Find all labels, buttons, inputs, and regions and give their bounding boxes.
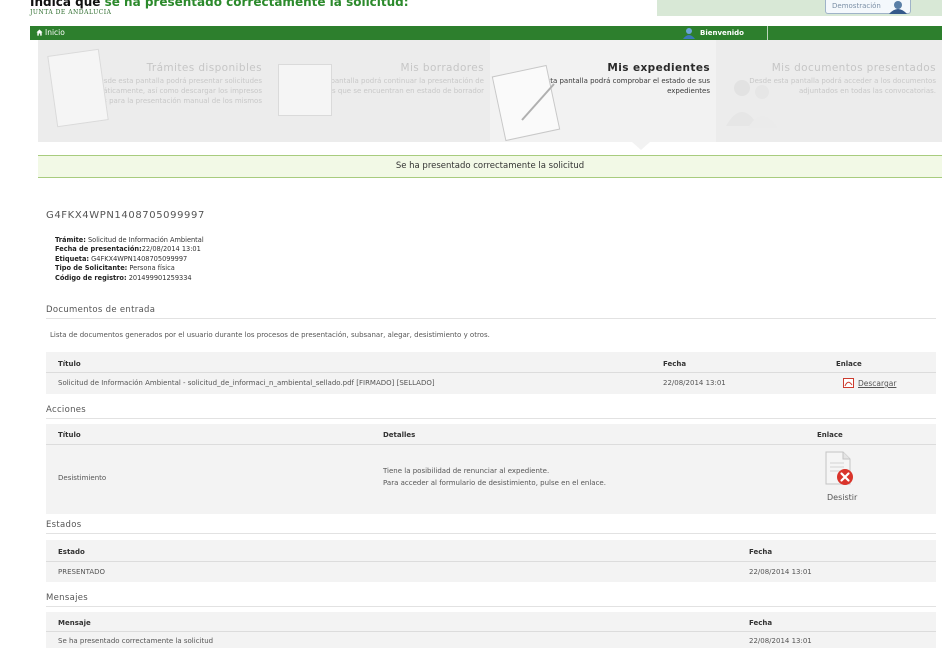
section-divider <box>46 318 936 319</box>
table-cell-titulo: Solicitud de Información Ambiental - sol… <box>58 379 435 387</box>
active-tile-pointer <box>632 142 650 150</box>
col-header-titulo: Título <box>58 360 81 368</box>
table-cell-titulo: Desistimiento <box>58 474 107 482</box>
col-header-mensaje: Mensaje <box>58 619 91 627</box>
table-cell-detalle: Tiene la posibilidad de renunciar al exp… <box>383 467 550 475</box>
col-header-fecha: Fecha <box>749 619 773 627</box>
section-divider <box>46 606 936 607</box>
info-fecha: Fecha de presentación:22/08/2014 13:01 <box>55 245 204 254</box>
welcome-label: Bienvenido <box>700 29 744 37</box>
table-cell-estado: PRESENTADO <box>58 568 106 576</box>
info-value: 201499901259334 <box>126 273 192 282</box>
col-header-enlace: Enlace <box>817 431 843 439</box>
info-label: Fecha de presentación: <box>55 245 142 254</box>
col-header-titulo: Título <box>58 431 81 439</box>
table-cell-fecha: 22/08/2014 13:01 <box>663 379 726 387</box>
home-label: Inicio <box>45 28 65 37</box>
table-cell-fecha: 22/08/2014 13:01 <box>749 568 812 576</box>
draft-illustration-icon <box>278 64 332 116</box>
tile-expedientes[interactable]: Mis expedientes Desde esta pantalla podr… <box>490 40 716 142</box>
desistir-link[interactable]: Desistir <box>827 493 857 502</box>
section-tiles: Trámites disponibles Desde esta pantalla… <box>38 40 942 142</box>
org-logo-text: JUNTA DE ANDALUCIA <box>30 9 112 16</box>
info-label: Etiqueta: <box>55 254 90 263</box>
info-tipo: Tipo de Solicitante: Persona física <box>55 264 204 273</box>
table-row-divider <box>46 561 936 562</box>
document-illustration-icon <box>47 48 109 128</box>
instruction-caption: Indica que se ha presentado correctament… <box>30 0 409 9</box>
home-icon <box>36 29 43 36</box>
documentos-table <box>46 352 936 394</box>
tile-tramites[interactable]: Trámites disponibles Desde esta pantalla… <box>38 40 268 142</box>
section-title-mensajes: Mensajes <box>46 593 89 603</box>
section-title-acciones: Acciones <box>46 405 87 415</box>
home-link[interactable]: Inicio <box>36 28 65 37</box>
info-tramite: Trámite: Solicitud de Información Ambien… <box>55 236 204 245</box>
section-divider <box>46 418 936 419</box>
col-header-estado: Estado <box>58 548 85 556</box>
info-value: 22/08/2014 13:01 <box>141 245 201 254</box>
expediente-info: Trámite: Solicitud de Información Ambien… <box>55 236 204 283</box>
table-row-divider <box>46 372 936 373</box>
info-label: Trámite: <box>55 236 86 244</box>
caption-highlight: se ha presentado correctamente la solici… <box>104 0 409 9</box>
info-value: Solicitud de Información Ambiental <box>85 236 204 244</box>
info-codigo: Código de registro: 201499901259334 <box>55 274 204 283</box>
table-cell-fecha: 22/08/2014 13:01 <box>749 637 812 645</box>
info-value: Persona física <box>127 264 175 273</box>
tile-documentos[interactable]: Mis documentos presentados Desde esta pa… <box>716 40 942 142</box>
table-row-divider <box>46 444 936 445</box>
caption-prefix: Indica que <box>30 0 105 9</box>
download-link[interactable]: Descargar <box>858 379 896 388</box>
info-label: Código de registro: <box>55 273 127 282</box>
success-banner: Se ha presentado correctamente la solici… <box>38 155 942 178</box>
user-avatar-icon <box>889 1 907 14</box>
user-icon <box>683 28 695 39</box>
info-label: Tipo de Solicitante: <box>55 264 128 273</box>
section-divider <box>46 533 936 534</box>
section-title-documentos: Documentos de entrada <box>46 305 156 315</box>
col-header-fecha: Fecha <box>749 548 773 556</box>
info-value: G4FKX4WPN1408705099997 <box>89 254 188 263</box>
info-etiqueta: Etiqueta: G4FKX4WPN1408705099997 <box>55 255 204 264</box>
col-header-enlace: Enlace <box>836 360 862 368</box>
top-navbar: Inicio Bienvenido <box>30 26 942 40</box>
desistir-icon[interactable] <box>823 451 855 487</box>
expediente-id: G4FKX4WPN1408705099997 <box>46 210 205 221</box>
tile-borradores[interactable]: Mis borradores Desde esta pantalla podrá… <box>268 40 490 142</box>
pen-icon <box>521 83 555 121</box>
people-illustration-icon <box>726 80 778 128</box>
table-row-divider <box>46 631 936 632</box>
col-header-detalles: Detalles <box>383 431 416 439</box>
welcome-menu[interactable]: Bienvenido <box>676 26 768 40</box>
table-cell-mensaje: Se ha presentado correctamente la solici… <box>58 637 214 645</box>
demo-label: Demostración <box>832 2 881 10</box>
pdf-icon <box>843 378 854 388</box>
section-title-estados: Estados <box>46 520 82 530</box>
documentos-description: Lista de documentos generados por el usu… <box>50 331 490 339</box>
col-header-fecha: Fecha <box>663 360 687 368</box>
table-cell-detalle: Para acceder al formulario de desistimie… <box>383 479 606 487</box>
